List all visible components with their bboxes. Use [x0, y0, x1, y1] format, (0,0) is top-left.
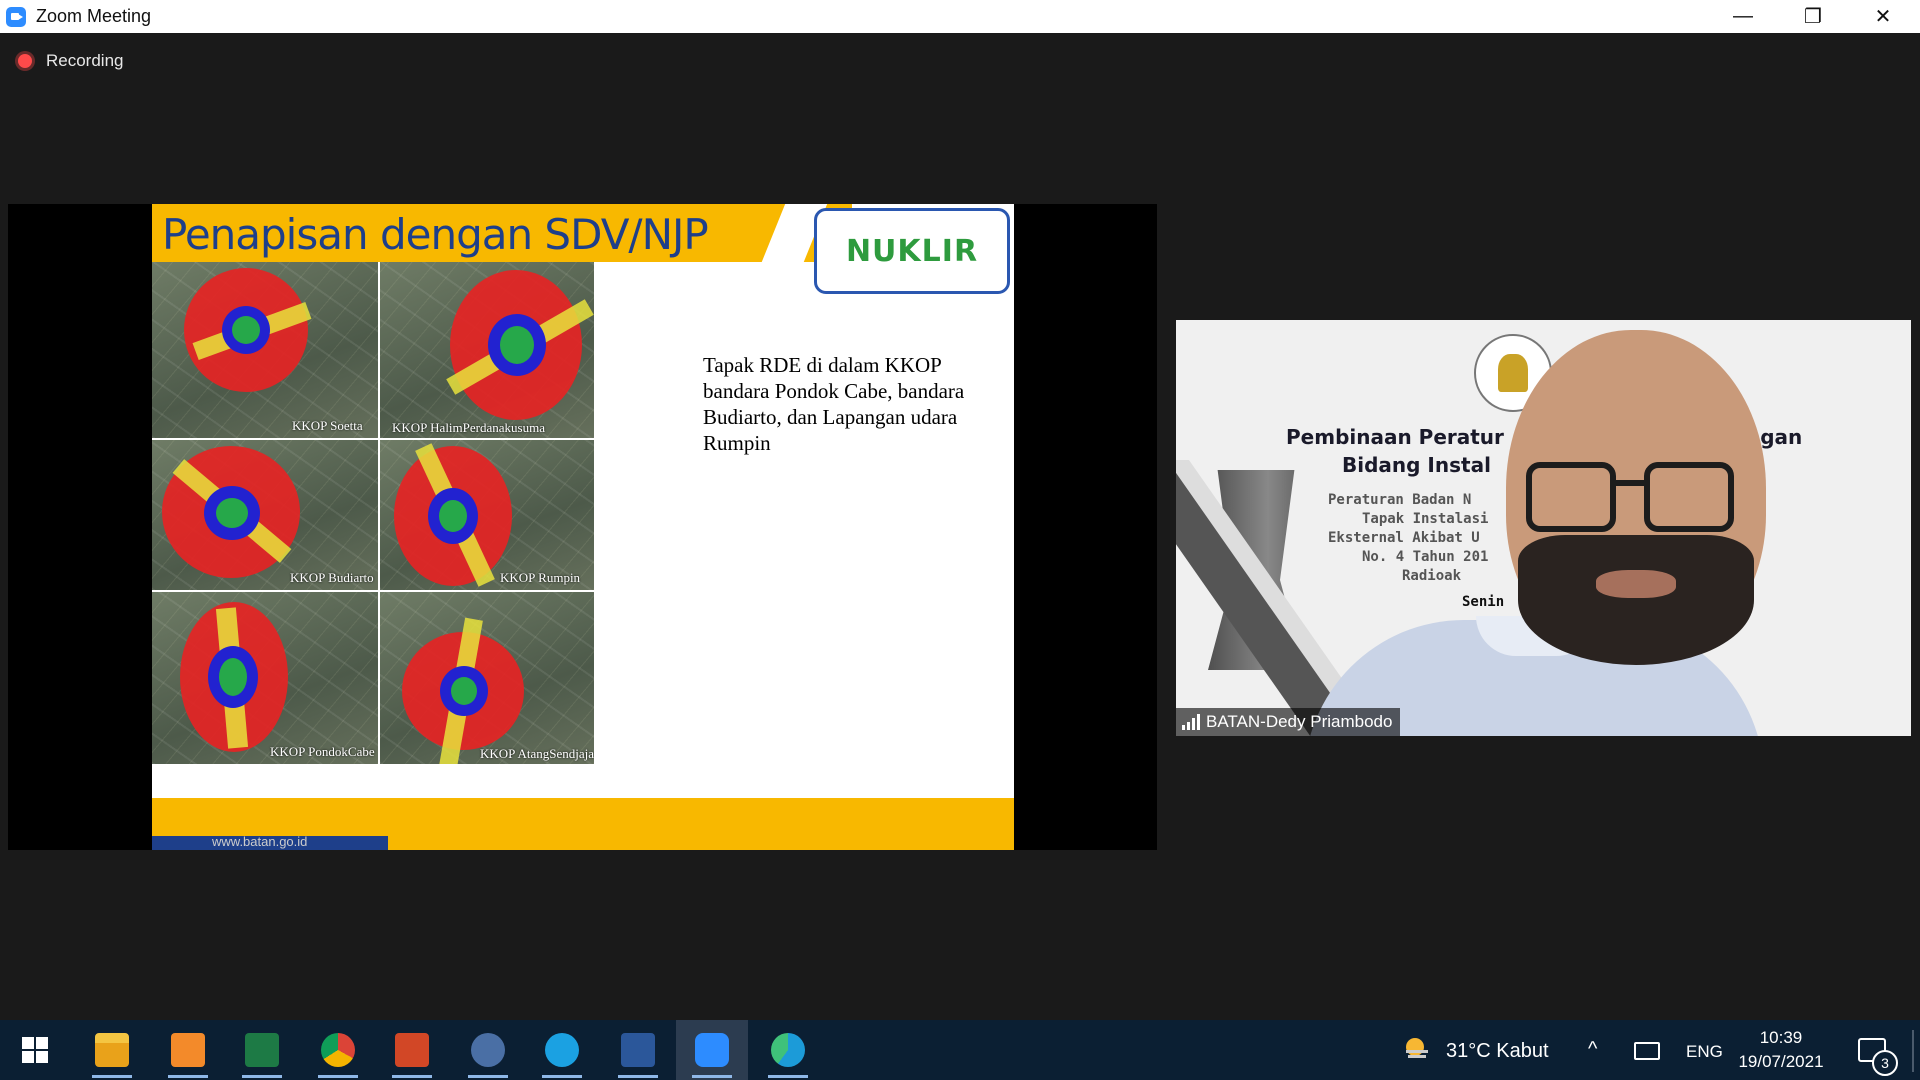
map-tile: KKOP HalimPerdanakusuma: [380, 262, 594, 438]
chevron-up-icon[interactable]: ^: [1588, 1038, 1597, 1061]
presentation-icon: [395, 1033, 429, 1067]
start-button[interactable]: [5, 1028, 65, 1072]
powerpoint-icon[interactable]: [382, 1028, 442, 1078]
shared-screen: Penapisan dengan SDV/NJP NUKLIR KKOP Soe…: [8, 204, 1157, 850]
zoom-icon: [695, 1033, 729, 1067]
window-title: Zoom Meeting: [36, 6, 152, 26]
media-app-icon[interactable]: [458, 1028, 518, 1078]
document-icon: [621, 1033, 655, 1067]
person-beard: [1518, 535, 1754, 665]
excel-icon[interactable]: [232, 1028, 292, 1078]
windows-taskbar: 31°C Kabut ^ ENG 10:39 19/07/2021 3: [0, 1020, 1920, 1080]
map-tile: KKOP PondokCabe: [152, 592, 378, 764]
presentation-app-icon[interactable]: [158, 1028, 218, 1078]
weather-text[interactable]: 31°C Kabut: [1446, 1040, 1549, 1063]
edge-browser-icon: [771, 1033, 805, 1067]
background-text-5: Eksternal Akibat U: [1328, 530, 1480, 546]
glasses-bridge: [1610, 480, 1646, 486]
slide-footer-url: www.batan.go.id: [212, 834, 308, 849]
map-tile: KKOP Rumpin: [380, 440, 594, 590]
network-icon: [545, 1033, 579, 1067]
map-tile: KKOP AtangSendjaja: [380, 592, 594, 764]
network-app-icon[interactable]: [532, 1028, 592, 1078]
map-tile: KKOP Budiarto: [152, 440, 378, 590]
word-icon[interactable]: [608, 1028, 668, 1078]
background-text-6: No. 4 Tahun 201: [1362, 549, 1489, 565]
spreadsheet-icon: [245, 1033, 279, 1067]
background-title-1: Pembinaan Peratur: [1286, 425, 1504, 449]
recording-label: Recording: [46, 51, 124, 70]
recording-indicator[interactable]: Recording: [18, 51, 124, 71]
presentation-slide: Penapisan dengan SDV/NJP NUKLIR KKOP Soe…: [152, 204, 1014, 850]
record-icon: [18, 54, 32, 68]
background-text-3: Peraturan Badan N: [1328, 492, 1472, 508]
map-label: KKOP HalimPerdanakusuma: [392, 420, 545, 435]
window-title-bar: Zoom Meeting — ❐ ✕: [0, 0, 1920, 33]
clock-date: 19/07/2021: [1738, 1052, 1824, 1071]
map-label: KKOP AtangSendjaja: [480, 746, 594, 761]
person-mouth: [1596, 570, 1676, 598]
clock[interactable]: 10:39 19/07/2021: [1736, 1026, 1826, 1074]
background-text-8: Senin: [1462, 594, 1505, 610]
notification-count-badge: 3: [1872, 1050, 1898, 1076]
slides-icon: [171, 1033, 205, 1067]
map-label: KKOP Soetta: [292, 418, 363, 433]
map-label: KKOP Rumpin: [500, 570, 581, 585]
map-tile: KKOP Soetta: [152, 262, 378, 438]
folder-icon: [95, 1033, 129, 1067]
background-title-2: Bidang Instal: [1342, 453, 1491, 477]
show-desktop-button[interactable]: [1912, 1030, 1914, 1072]
slide-body-text: Tapak RDE di dalam KKOP bandara Pondok C…: [703, 353, 965, 455]
minimize-button[interactable]: —: [1708, 0, 1778, 33]
map-label: KKOP PondokCabe: [270, 744, 375, 759]
chrome-icon[interactable]: [308, 1028, 368, 1078]
close-button[interactable]: ✕: [1848, 0, 1918, 33]
map-grid: KKOP Soetta KKOP HalimPerdanakusuma KKOP…: [152, 262, 694, 834]
file-explorer-icon[interactable]: [82, 1028, 142, 1078]
map-label: KKOP Budiarto: [290, 570, 374, 585]
nuklir-logo: NUKLIR: [814, 208, 1010, 294]
background-text-4: Tapak Instalasi: [1362, 511, 1489, 527]
glasses-icon: [1526, 462, 1616, 532]
browser-icon: [321, 1033, 355, 1067]
language-indicator[interactable]: ENG: [1686, 1042, 1723, 1062]
logo-text: NUKLIR: [845, 233, 979, 269]
media-icon: [471, 1033, 505, 1067]
windows-logo-icon: [22, 1037, 48, 1063]
participant-name-tag: BATAN-Dedy Priambodo: [1176, 708, 1401, 736]
zoom-taskbar-icon[interactable]: [682, 1028, 742, 1078]
clock-time: 10:39: [1759, 1028, 1803, 1047]
connection-signal-icon: [1182, 714, 1200, 730]
zoom-app-icon: [6, 6, 26, 27]
participant-name: BATAN-Dedy Priambodo: [1206, 712, 1393, 731]
edge-icon[interactable]: [758, 1028, 818, 1078]
battery-icon[interactable]: [1634, 1042, 1660, 1060]
restore-button[interactable]: ❐: [1778, 0, 1848, 33]
participant-video[interactable]: Pembinaan Peratur ngan Bidang Instal Per…: [1176, 320, 1911, 736]
weather-icon[interactable]: [1402, 1034, 1432, 1064]
background-text-7: Radioak: [1402, 568, 1462, 584]
slide-title: Penapisan dengan SDV/NJP: [162, 210, 709, 259]
glasses-icon: [1644, 462, 1734, 532]
